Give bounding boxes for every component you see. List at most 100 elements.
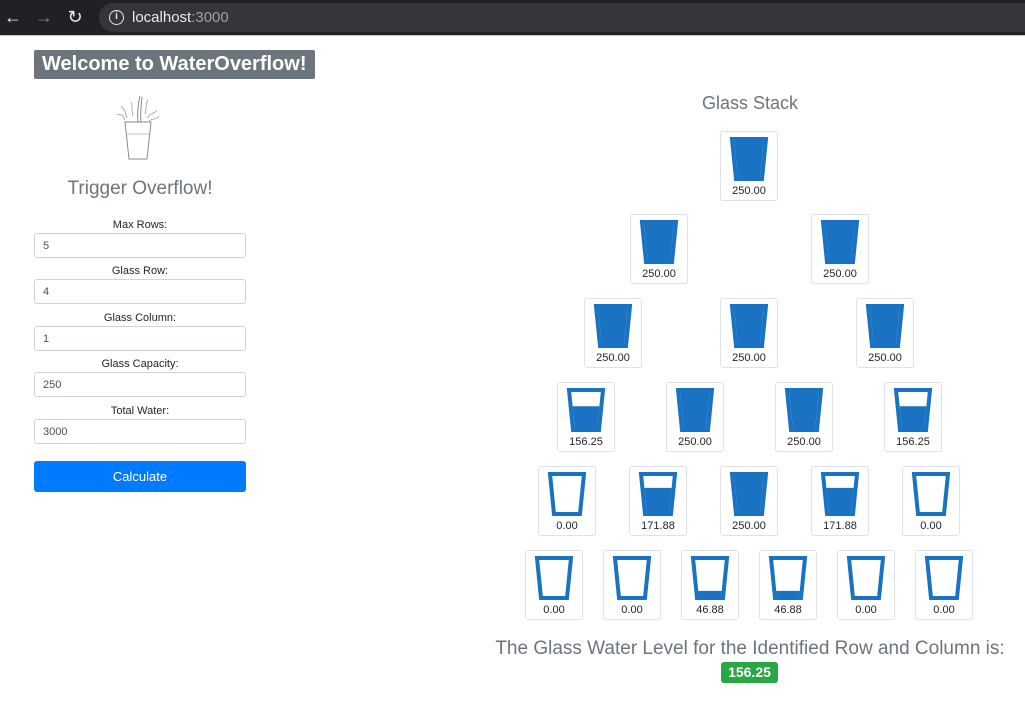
glass-icon bbox=[729, 137, 769, 181]
glass-level-value: 46.88 bbox=[774, 604, 802, 616]
glass-outline bbox=[911, 472, 951, 516]
glass-icon bbox=[865, 304, 905, 348]
result-value-badge: 156.25 bbox=[721, 662, 778, 683]
glass-cell: 171.88 bbox=[629, 466, 687, 536]
water-fill bbox=[826, 487, 854, 514]
glass-icon bbox=[924, 556, 964, 600]
toolbar-divider bbox=[0, 35, 1025, 36]
water-fill bbox=[734, 476, 764, 514]
back-arrow-icon[interactable]: ← bbox=[2, 6, 24, 28]
glass-outline bbox=[846, 556, 886, 600]
glass-icon bbox=[893, 388, 933, 432]
glass-stack-heading: Glass Stack bbox=[701, 93, 799, 113]
glass-icon bbox=[638, 472, 678, 516]
water-fill bbox=[734, 308, 764, 346]
glass-icon bbox=[729, 304, 769, 348]
glass-level-value: 250.00 bbox=[787, 436, 821, 448]
glass-outline bbox=[924, 556, 964, 600]
glass-icon bbox=[675, 388, 715, 432]
glass-icon bbox=[639, 220, 679, 264]
glass-level-value: 250.00 bbox=[732, 520, 766, 532]
glass-splash-logo-icon bbox=[116, 95, 160, 160]
glass-level-value: 250.00 bbox=[732, 185, 766, 197]
glass-cell: 0.00 bbox=[837, 550, 895, 620]
brand-title: Welcome to WaterOverflow! bbox=[34, 50, 315, 79]
url-port: :3000 bbox=[191, 9, 229, 26]
glass-cell: 0.00 bbox=[902, 466, 960, 536]
water-fill bbox=[644, 224, 674, 262]
address-bar[interactable]: i localhost:3000 bbox=[99, 3, 1025, 32]
glass-icon bbox=[784, 388, 824, 432]
glass-level-value: 250.00 bbox=[678, 436, 712, 448]
glass-level-value: 0.00 bbox=[920, 520, 942, 532]
glass-cell: 250.00 bbox=[584, 298, 642, 368]
glass-cell: 156.25 bbox=[557, 382, 615, 452]
glass-cell: 250.00 bbox=[720, 466, 778, 536]
water-fill bbox=[644, 487, 672, 514]
water-fill bbox=[825, 224, 855, 262]
site-info-icon[interactable]: i bbox=[109, 10, 124, 25]
water-fill bbox=[870, 308, 900, 346]
glass-level-value: 250.00 bbox=[823, 268, 857, 280]
glass-row-label: Glass Row: bbox=[111, 265, 169, 277]
glass-level-value: 0.00 bbox=[933, 604, 955, 616]
glass-cell: 0.00 bbox=[603, 550, 661, 620]
glass-level-value: 46.88 bbox=[696, 604, 724, 616]
glass-icon bbox=[690, 556, 730, 600]
glass-column-label: Glass Column: bbox=[103, 312, 177, 324]
glass-level-value: 250.00 bbox=[642, 268, 676, 280]
glass-cell: 0.00 bbox=[915, 550, 973, 620]
reload-icon[interactable]: ↻ bbox=[64, 6, 86, 28]
trigger-overflow-heading: Trigger Overflow! bbox=[67, 178, 213, 199]
glass-cell: 250.00 bbox=[630, 214, 688, 284]
glass-level-value: 0.00 bbox=[543, 604, 565, 616]
glass-level-value: 0.00 bbox=[556, 520, 578, 532]
glass-cell: 46.88 bbox=[681, 550, 739, 620]
glass-level-value: 250.00 bbox=[732, 352, 766, 364]
glass-cell: 156.25 bbox=[884, 382, 942, 452]
glass-outline bbox=[534, 556, 574, 600]
glass-cell: 0.00 bbox=[525, 550, 583, 620]
glass-row-input[interactable] bbox=[34, 279, 246, 304]
glass-level-value: 156.25 bbox=[896, 436, 930, 448]
result-label: The Glass Water Level for the Identified… bbox=[495, 638, 1005, 659]
water-fill bbox=[789, 392, 819, 430]
total-water-input[interactable] bbox=[34, 419, 246, 444]
glass-icon bbox=[846, 556, 886, 600]
glass-cell: 171.88 bbox=[811, 466, 869, 536]
glass-cell: 250.00 bbox=[811, 214, 869, 284]
glass-cell: 250.00 bbox=[720, 131, 778, 201]
glass-outline bbox=[547, 472, 587, 516]
glass-level-value: 250.00 bbox=[868, 352, 902, 364]
glass-icon bbox=[612, 556, 652, 600]
url-text: localhost:3000 bbox=[132, 9, 229, 26]
max-rows-input[interactable] bbox=[34, 233, 246, 258]
glass-cell: 250.00 bbox=[856, 298, 914, 368]
glass-level-value: 250.00 bbox=[596, 352, 630, 364]
glass-icon bbox=[547, 472, 587, 516]
glass-icon bbox=[593, 304, 633, 348]
glass-level-value: 171.88 bbox=[641, 520, 675, 532]
glass-column-input[interactable] bbox=[34, 326, 246, 351]
glass-level-value: 171.88 bbox=[823, 520, 857, 532]
water-fill bbox=[680, 392, 710, 430]
water-fill bbox=[598, 308, 628, 346]
glass-icon bbox=[566, 388, 606, 432]
water-fill bbox=[572, 406, 600, 430]
glass-capacity-input[interactable] bbox=[34, 372, 246, 397]
water-fill bbox=[734, 141, 764, 179]
glass-cell: 250.00 bbox=[666, 382, 724, 452]
glass-icon bbox=[729, 472, 769, 516]
calculate-button[interactable]: Calculate bbox=[34, 461, 246, 492]
glass-outline bbox=[612, 556, 652, 600]
max-rows-label: Max Rows: bbox=[112, 219, 168, 231]
glass-icon bbox=[820, 220, 860, 264]
glass-cell: 0.00 bbox=[538, 466, 596, 536]
water-fill bbox=[899, 406, 927, 430]
browser-toolbar: ← → ↻ i localhost:3000 bbox=[0, 0, 1025, 36]
glass-cell: 250.00 bbox=[775, 382, 833, 452]
glass-level-value: 0.00 bbox=[621, 604, 643, 616]
forward-arrow-icon[interactable]: → bbox=[33, 6, 55, 28]
url-host: localhost bbox=[132, 9, 192, 26]
glass-capacity-label: Glass Capacity: bbox=[101, 358, 179, 370]
